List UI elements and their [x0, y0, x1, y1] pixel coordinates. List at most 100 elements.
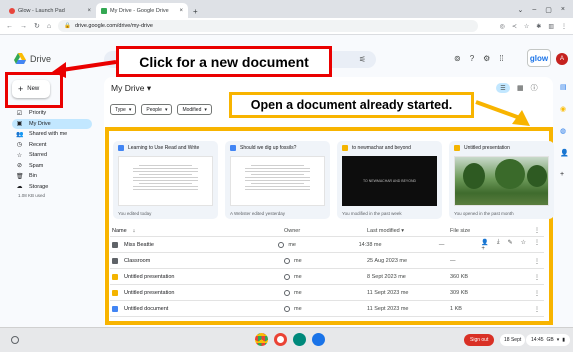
column-name[interactable]: Name ↓ [110, 228, 284, 234]
tasks-icon[interactable]: ◍ [560, 127, 569, 135]
download-icon[interactable]: ⤓ [497, 239, 500, 252]
keep-icon[interactable]: ◉ [560, 105, 569, 113]
new-document-callout: Click for a new document [116, 46, 332, 77]
file-modified: 25 Aug 2023 me [367, 258, 408, 264]
forward-icon[interactable]: → [20, 23, 27, 30]
card-title: to newmachar and beyond [337, 141, 442, 155]
classroom-icon[interactable] [312, 333, 325, 346]
clock-text: 14:45 [531, 337, 544, 343]
more-options-icon[interactable]: ⋮ [534, 290, 540, 297]
menu-dots-icon[interactable]: ⋮ [561, 23, 567, 30]
page-title[interactable]: My Drive ▾ [111, 83, 151, 94]
url-text: drive.google.com/drive/my-drive [74, 23, 153, 29]
list-view-icon[interactable]: ☰ [496, 83, 510, 93]
card-activity: You edited today [118, 211, 152, 216]
new-tab-button[interactable]: + [188, 7, 203, 18]
back-icon[interactable]: ← [6, 23, 13, 30]
suggested-file-card[interactable]: to newmachar and beyond TO NEWMACHAR AND … [337, 141, 442, 219]
home-icon[interactable]: ⌂ [47, 23, 51, 30]
sign-out-button[interactable]: Sign out [464, 334, 495, 346]
row-actions: 👤+ ⤓ ✎ ☆ ⋮ [481, 239, 544, 252]
share-user-icon[interactable]: 👤+ [481, 239, 488, 252]
tab-glow-launch-pad[interactable]: Glow - Launch Pad × [4, 3, 96, 18]
file-name: Untitled presentation [110, 274, 284, 280]
wifi-icon: ▾ [556, 337, 560, 343]
filter-people[interactable]: People ▾ [141, 104, 173, 115]
drive-logo[interactable]: Drive [14, 53, 51, 64]
close-icon[interactable]: × [561, 6, 565, 14]
sidebar-item-spam[interactable]: ⊘ Spam [12, 161, 92, 172]
reload-icon[interactable]: ↻ [34, 22, 40, 30]
search-options-icon[interactable]: ⚟ [359, 55, 366, 64]
tab-my-drive[interactable]: My Drive - Google Drive × [96, 3, 188, 18]
avatar[interactable]: A [556, 53, 568, 65]
file-modified: 11 Sept 2023 me [367, 290, 409, 296]
sidebar-item-shared-with-me[interactable]: 👥 Shared with me [12, 129, 92, 140]
suggested-file-card[interactable]: Learning to Use Read and Write You edited… [113, 141, 218, 219]
app-red-icon[interactable] [274, 333, 287, 346]
more-options-icon[interactable]: ⋮ [534, 258, 540, 265]
sidebar-item-recent[interactable]: ◷ Recent [12, 140, 92, 151]
glow-account-button[interactable]: glow [527, 49, 551, 67]
close-icon[interactable]: × [179, 8, 183, 14]
header-icons: ⊚ ? ⚙ ⁞⁞ [454, 54, 504, 63]
meet-icon[interactable] [293, 333, 306, 346]
info-icon[interactable]: ⓘ [531, 83, 538, 93]
table-row[interactable]: Untitled document me 11 Sept 2023 me 1 KB ⋮ [110, 302, 544, 317]
help-icon[interactable]: ? [470, 54, 474, 63]
slides-icon [342, 145, 348, 151]
owner-text: me [294, 306, 302, 312]
column-owner[interactable]: Owner [284, 228, 367, 234]
filter-label: Modified [182, 106, 202, 113]
sidebar-item-bin[interactable]: 🗑 Bin [12, 171, 92, 182]
sidebar-item-starred[interactable]: ☆ Starred [12, 150, 92, 161]
table-row[interactable]: Untitled presentation me 11 Sept 2023 me 30… [110, 286, 544, 301]
share-icon[interactable]: ≺ [512, 23, 517, 30]
filter-type[interactable]: Type ▾ [110, 104, 137, 115]
filter-modified[interactable]: Modified ▾ [177, 104, 212, 115]
more-options-icon[interactable]: ⋮ [534, 239, 540, 252]
extensions-icon[interactable]: ✱ [536, 23, 541, 30]
address-bar[interactable]: 🔒 drive.google.com/drive/my-drive [58, 20, 479, 32]
column-more-icon[interactable]: ⋮ [494, 227, 544, 234]
sidepanel-icon[interactable]: ▥ [548, 23, 554, 30]
glow-favicon-icon [9, 7, 15, 14]
add-addon-icon[interactable]: + [560, 171, 569, 178]
file-modified: 11 Sept 2023 me [367, 306, 409, 312]
rename-icon[interactable]: ✎ [508, 239, 513, 252]
maximize-icon[interactable]: ▢ [545, 6, 552, 14]
table-row[interactable]: Untitled presentation me 8 Sept 2023 me 360… [110, 270, 544, 285]
file-name: Miss Beattie [110, 242, 278, 248]
apps-grid-icon[interactable]: ⁞⁞ [499, 54, 503, 63]
my-drive-icon: ▣ [16, 121, 23, 128]
star-icon[interactable]: ☆ [521, 239, 526, 252]
sidebar-item-my-drive[interactable]: ▣ My Drive [12, 118, 92, 129]
new-button[interactable]: + New [12, 80, 50, 98]
chevron-down-icon[interactable]: ⌄ [518, 6, 524, 14]
status-tray[interactable]: 14:45 GB ▾ ▮ [526, 334, 571, 346]
column-modified[interactable]: Last modified ▾ [367, 228, 450, 234]
google-lens-icon[interactable]: ◎ [500, 23, 505, 30]
offline-ready-icon[interactable]: ⊚ [454, 54, 461, 63]
bookmark-star-icon[interactable]: ☆ [524, 23, 529, 30]
close-icon[interactable]: × [87, 8, 91, 14]
minimize-icon[interactable]: – [532, 6, 536, 14]
grid-view-icon[interactable]: ▦ [517, 84, 524, 92]
table-row[interactable]: Miss Beattie me 14:38 me — 👤+ ⤓ ✎ ☆ ⋮ [110, 238, 544, 253]
table-row[interactable]: Classroom me 25 Aug 2023 me — ⋮ [110, 254, 544, 269]
calendar-icon[interactable]: ▤ [560, 83, 569, 91]
suggested-file-card[interactable]: Should we dig up fossils? A Webster edite… [225, 141, 330, 219]
launcher-icon[interactable] [11, 336, 19, 344]
more-options-icon[interactable]: ⋮ [534, 306, 540, 313]
suggested-file-card[interactable]: Untitled presentation You opened in the p… [449, 141, 554, 219]
sidebar-item-label: Spam [29, 162, 44, 169]
chrome-icon[interactable] [255, 333, 268, 346]
more-options-icon[interactable]: ⋮ [534, 274, 540, 281]
date-tray[interactable]: 18 Sept [500, 334, 526, 346]
settings-gear-icon[interactable]: ⚙ [483, 54, 490, 63]
file-table-header: Name ↓ Owner Last modified ▾ File size ⋮ [110, 225, 544, 237]
sidebar-item-storage[interactable]: ☁ Storage [12, 182, 92, 193]
column-size[interactable]: File size [450, 228, 494, 234]
sidebar-item-priority[interactable]: ☑ Priority [12, 108, 92, 119]
contacts-icon[interactable]: 👤 [560, 149, 569, 157]
